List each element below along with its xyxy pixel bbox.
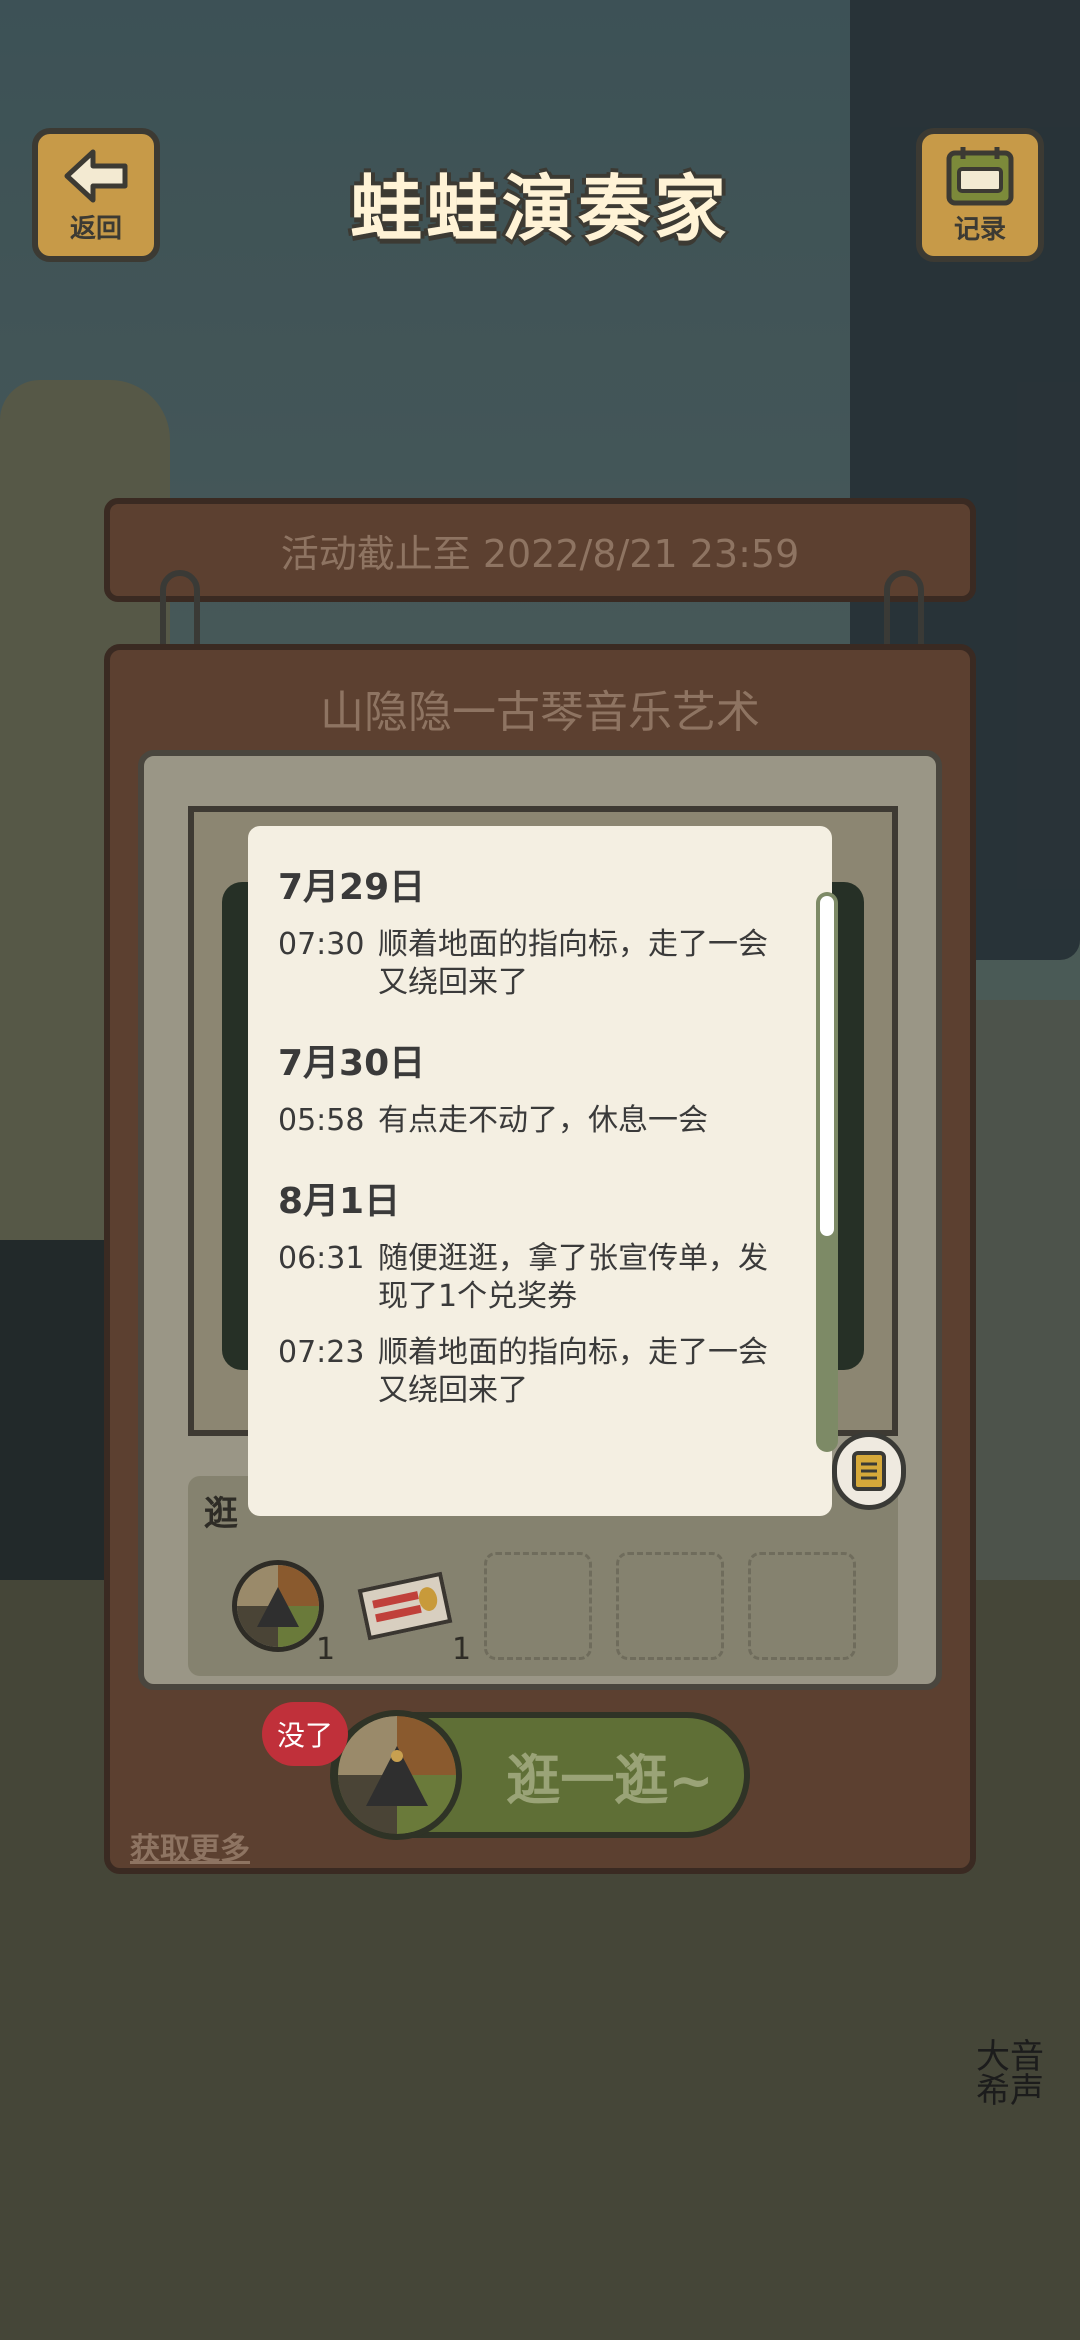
log-toggle-button[interactable] <box>832 1432 906 1510</box>
calendar-icon <box>946 146 1014 205</box>
get-more-link[interactable]: 获取更多 <box>130 1824 250 1868</box>
items-label: 逛 <box>204 1494 238 1534</box>
travel-log-popup[interactable]: 7月29日 07:30 顺着地面的指向标，走了一会又绕回来了 7月30日 05:… <box>248 826 832 1516</box>
compass-count: 1 <box>316 1632 336 1667</box>
travel-log-list: 7月29日 07:30 顺着地面的指向标，走了一会又绕回来了 7月30日 05:… <box>278 866 778 1450</box>
empty-slot[interactable] <box>748 1552 856 1660</box>
note-icon <box>852 1451 886 1491</box>
log-entry: 07:23 顺着地面的指向标，走了一会又绕回来了 <box>278 1334 778 1410</box>
log-time: 07:23 <box>278 1335 365 1370</box>
log-text: 随便逛逛，拿了张宣传单，发现了1个兑奖券 <box>378 1241 768 1314</box>
log-entry: 05:58 有点走不动了，休息一会 <box>278 1102 778 1140</box>
compass-item-icon[interactable] <box>232 1560 324 1652</box>
record-label: 记录 <box>953 214 1006 245</box>
log-date: 7月30日 <box>278 1043 426 1084</box>
empty-slot[interactable] <box>616 1552 724 1660</box>
log-text: 顺着地面的指向标，走了一会又绕回来了 <box>378 1335 768 1408</box>
empty-slot[interactable] <box>484 1552 592 1660</box>
event-name: 山隐隐一古琴音乐艺术 <box>320 687 760 738</box>
log-entry: 06:31 随便逛逛，拿了张宣传单，发现了1个兑奖券 <box>278 1240 778 1316</box>
go-wander-label: 逛一逛~ <box>506 1748 714 1812</box>
log-text: 顺着地面的指向标，走了一会又绕回来了 <box>378 927 768 1000</box>
event-deadline: 活动截止至 2022/8/21 23:59 <box>280 531 800 576</box>
record-button[interactable]: 记录 <box>916 128 1044 262</box>
log-text: 有点走不动了，休息一会 <box>378 1103 708 1138</box>
log-day-group: 7月29日 07:30 顺着地面的指向标，走了一会又绕回来了 <box>278 866 778 1002</box>
log-date: 7月29日 <box>278 867 426 908</box>
empty-badge: 没了 <box>262 1702 348 1766</box>
deadline-board: 活动截止至 2022/8/21 23:59 <box>104 498 976 602</box>
log-time: 05:58 <box>278 1103 365 1138</box>
log-day-group: 7月30日 05:58 有点走不动了，休息一会 <box>278 1042 778 1140</box>
watermark: 大音希声 <box>976 2037 1044 2111</box>
log-scrollbar-thumb[interactable] <box>820 896 834 1236</box>
log-time: 06:31 <box>278 1241 365 1276</box>
log-day-group: 8月1日 06:31 随便逛逛，拿了张宣传单，发现了1个兑奖券 07:23 顺着… <box>278 1180 778 1410</box>
log-time: 07:30 <box>278 927 365 962</box>
log-date: 8月1日 <box>278 1181 401 1222</box>
log-entry: 07:30 顺着地面的指向标，走了一会又绕回来了 <box>278 926 778 1002</box>
ticket-count: 1 <box>452 1632 472 1667</box>
compass-icon <box>332 1710 462 1840</box>
ticket-item-icon[interactable] <box>357 1571 453 1641</box>
